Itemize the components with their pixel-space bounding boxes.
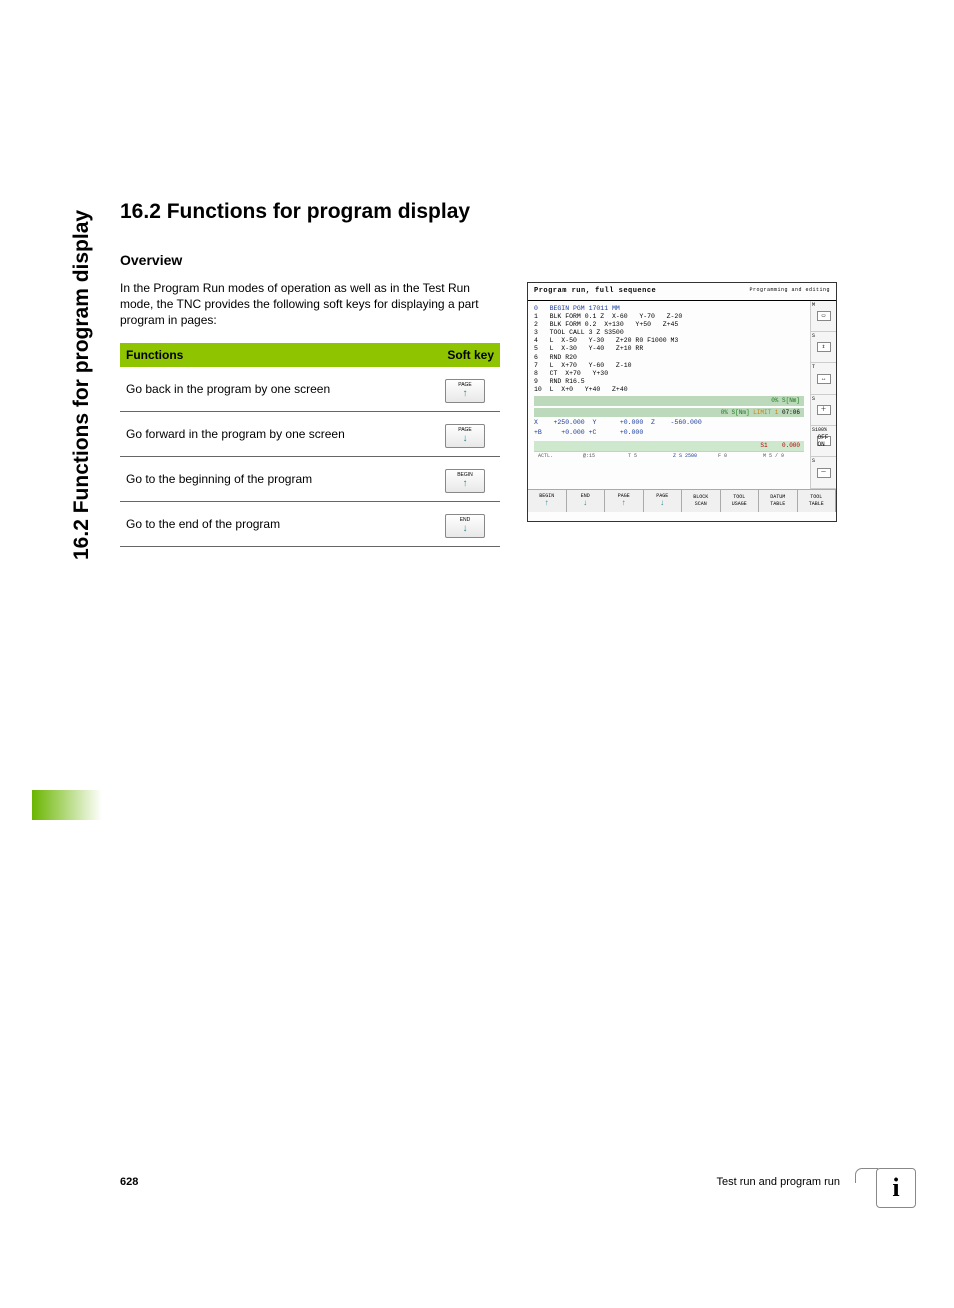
screen-softkey[interactable]: TOOLUSAGE [721, 490, 760, 512]
mini-status-bar: ACTL. @:15 T 5 Z S 2500 F 0 M 5 / 9 [534, 451, 804, 460]
screen-mode-right: Programming and editing [749, 287, 830, 296]
side-button-label: S100% [812, 427, 827, 433]
function-description: Go to the end of the program [120, 501, 430, 546]
side-button-icon: ↔ [817, 374, 831, 384]
section-subheading: Overview [120, 252, 840, 268]
side-button-label: M [812, 302, 815, 308]
program-line: 6 RND R20 [534, 354, 804, 362]
position-row-2: +B +0.000 +C +0.000 [534, 429, 804, 437]
program-line: 7 L X+70 Y-60 Z-10 [534, 362, 804, 370]
position-row-1: X +250.000 Y +0.000 Z -560.000 [534, 419, 804, 427]
arrow-icon: ↓ [660, 500, 665, 508]
screen-softkey[interactable]: PAGE↓ [644, 490, 683, 512]
softkey-cell: PAGE↑ [430, 367, 500, 412]
function-description: Go forward in the program by one screen [120, 411, 430, 456]
softkey-page-up[interactable]: PAGE↑ [445, 379, 485, 403]
side-button-label: S [812, 396, 815, 402]
side-running-title: 16.2 Functions for program display [70, 210, 94, 560]
arrow-down-icon: ↓ [463, 433, 468, 444]
side-button-label: S [812, 458, 815, 464]
screen-softkey[interactable]: TOOLTABLE [798, 490, 837, 512]
screen-softkey[interactable]: PAGE↑ [605, 490, 644, 512]
page-footer: 628 Test run and program run [120, 1176, 840, 1188]
program-line: 4 L X-50 Y-30 Z+20 R0 F1000 M3 [534, 337, 804, 345]
table-row: Go forward in the program by one screen P… [120, 411, 500, 456]
screen-right-sidebar: M▭S⇕T↔S＋S100%OFF ONS－ [810, 301, 836, 489]
function-description: Go back in the program by one screen [120, 367, 430, 412]
softkey-page-down[interactable]: PAGE↓ [445, 424, 485, 448]
function-description: Go to the beginning of the program [120, 456, 430, 501]
side-button[interactable]: S－ [811, 457, 836, 488]
screen-softkey[interactable]: END↓ [567, 490, 606, 512]
program-line: 0 BEGIN PGM 17011 MM [534, 305, 804, 313]
th-softkey: Soft key [430, 343, 500, 367]
program-line: 9 RND R16.5 [534, 378, 804, 386]
arrow-icon: ↑ [621, 500, 626, 508]
info-icon: i [876, 1168, 916, 1208]
screen-header: Program run, full sequence Programming a… [528, 283, 836, 301]
program-line: 2 BLK FORM 0.2 X+130 Y+50 Z+45 [534, 321, 804, 329]
screen-main-area: 0 BEGIN PGM 17011 MM1 BLK FORM 0.1 Z X-6… [528, 301, 810, 489]
program-line: 8 CT X+70 Y+30 [534, 370, 804, 378]
arrow-up-icon: ↑ [463, 388, 468, 399]
side-button[interactable]: M▭ [811, 301, 836, 332]
side-button[interactable]: T↔ [811, 363, 836, 394]
side-button[interactable]: S⇕ [811, 332, 836, 363]
chapter-title: Test run and program run [716, 1176, 840, 1188]
program-line: 3 TOOL CALL 3 Z S3500 [534, 329, 804, 337]
softkey-begin-up[interactable]: BEGIN↑ [445, 469, 485, 493]
side-button-label: T [812, 364, 815, 370]
table-row: Go back in the program by one screen PAGE… [120, 367, 500, 412]
functions-table: Functions Soft key Go back in the progra… [120, 343, 500, 547]
arrow-icon: ↓ [583, 500, 588, 508]
softkey-cell: PAGE↓ [430, 411, 500, 456]
spindle-row: S1 0.000 [534, 441, 804, 451]
side-button-icon: ▭ [817, 311, 831, 321]
softkey-cell: BEGIN↑ [430, 456, 500, 501]
status-bar-2: 0% S[Nm] LIMIT 1 07:06 [534, 408, 804, 418]
side-button-icon: － [817, 468, 831, 478]
side-button-icon: OFF ON [817, 436, 831, 446]
screen-softkey-bar: BEGIN↑END↓PAGE↑PAGE↓BLOCKSCANTOOLUSAGEDA… [528, 489, 836, 512]
softkey-cell: END↓ [430, 501, 500, 546]
side-button-icon: ＋ [817, 405, 831, 415]
intro-paragraph: In the Program Run modes of operation as… [120, 280, 500, 329]
program-line: 1 BLK FORM 0.1 Z X-60 Y-70 Z-20 [534, 313, 804, 321]
side-button-icon: ⇕ [817, 342, 831, 352]
softkey-end-down[interactable]: END↓ [445, 514, 485, 538]
side-button[interactable]: S＋ [811, 395, 836, 426]
table-row: Go to the beginning of the program BEGIN↑ [120, 456, 500, 501]
arrow-icon: ↑ [544, 500, 549, 508]
program-line: 5 L X-30 Y-40 Z+10 RR [534, 345, 804, 353]
side-tab-decoration [32, 790, 102, 820]
screen-softkey[interactable]: BEGIN↑ [528, 490, 567, 512]
side-button[interactable]: S100% OFF ON [811, 426, 836, 457]
side-button-label: S [812, 333, 815, 339]
page-heading: 16.2 Functions for program display [120, 200, 840, 224]
table-row: Go to the end of the program END↓ [120, 501, 500, 546]
arrow-up-icon: ↑ [463, 478, 468, 489]
th-functions: Functions [120, 343, 430, 367]
arrow-down-icon: ↓ [463, 523, 468, 534]
screen-softkey[interactable]: DATUMTABLE [759, 490, 798, 512]
screen-mode-title: Program run, full sequence [534, 287, 656, 296]
screen-softkey[interactable]: BLOCKSCAN [682, 490, 721, 512]
tnc-screenshot: Program run, full sequence Programming a… [527, 282, 837, 522]
page-number: 628 [120, 1176, 138, 1188]
program-line: 10 L X+0 Y+40 Z+40 [534, 386, 804, 394]
status-bar-1: 0% S[Nm] [534, 396, 804, 406]
